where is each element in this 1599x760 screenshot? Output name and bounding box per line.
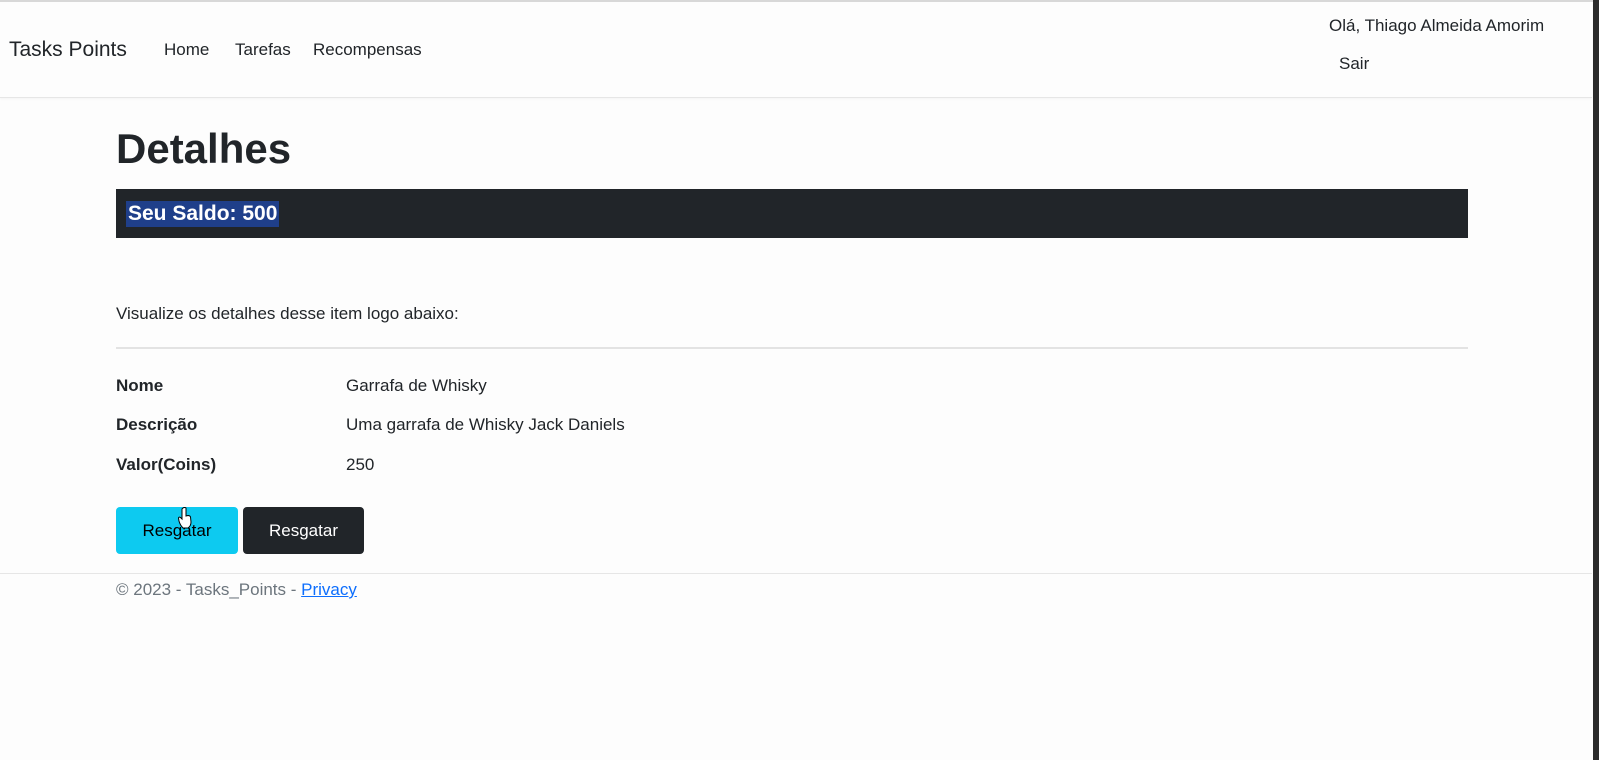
footer-border: [0, 573, 1592, 574]
detail-value-nome: Garrafa de Whisky: [346, 376, 487, 395]
intro-text: Visualize os detalhes desse item logo ab…: [116, 304, 459, 323]
nav-link-tarefas[interactable]: Tarefas: [235, 40, 291, 60]
navbar: Tasks Points Home Tarefas Recompensas Ol…: [0, 2, 1592, 98]
user-greeting: Olá, Thiago Almeida Amorim: [1329, 16, 1545, 35]
hand-pointer-icon: [178, 507, 192, 529]
footer-copyright: © 2023 - Tasks_Points -: [116, 580, 302, 599]
brand-link[interactable]: Tasks Points: [9, 38, 127, 62]
detail-value-valor: 250: [346, 455, 375, 474]
page-title: Detalhes: [116, 125, 292, 172]
detail-term-valor: Valor(Coins): [116, 455, 217, 474]
detail-term-descricao: Descrição: [116, 415, 198, 434]
balance-bar: Seu Saldo: 500: [116, 189, 1468, 238]
detail-value-descricao: Uma garrafa de Whisky Jack Daniels: [346, 415, 625, 434]
redeem-button-dark[interactable]: Resgatar: [243, 507, 364, 554]
window-right-edge: [1593, 0, 1599, 760]
divider: [116, 347, 1468, 349]
app-window: Tasks Points Home Tarefas Recompensas Ol…: [0, 0, 1599, 760]
detail-term-nome: Nome: [116, 376, 164, 395]
balance-text: Seu Saldo: 500: [126, 201, 280, 227]
privacy-link[interactable]: Privacy: [301, 580, 357, 599]
logout-link[interactable]: Sair: [1339, 54, 1369, 74]
redeem-button-info[interactable]: Resgatar: [116, 507, 238, 554]
footer: © 2023 - Tasks_Points - Privacy: [116, 580, 357, 600]
nav-link-recompensas[interactable]: Recompensas: [313, 40, 422, 60]
nav-link-home[interactable]: Home: [164, 40, 209, 60]
